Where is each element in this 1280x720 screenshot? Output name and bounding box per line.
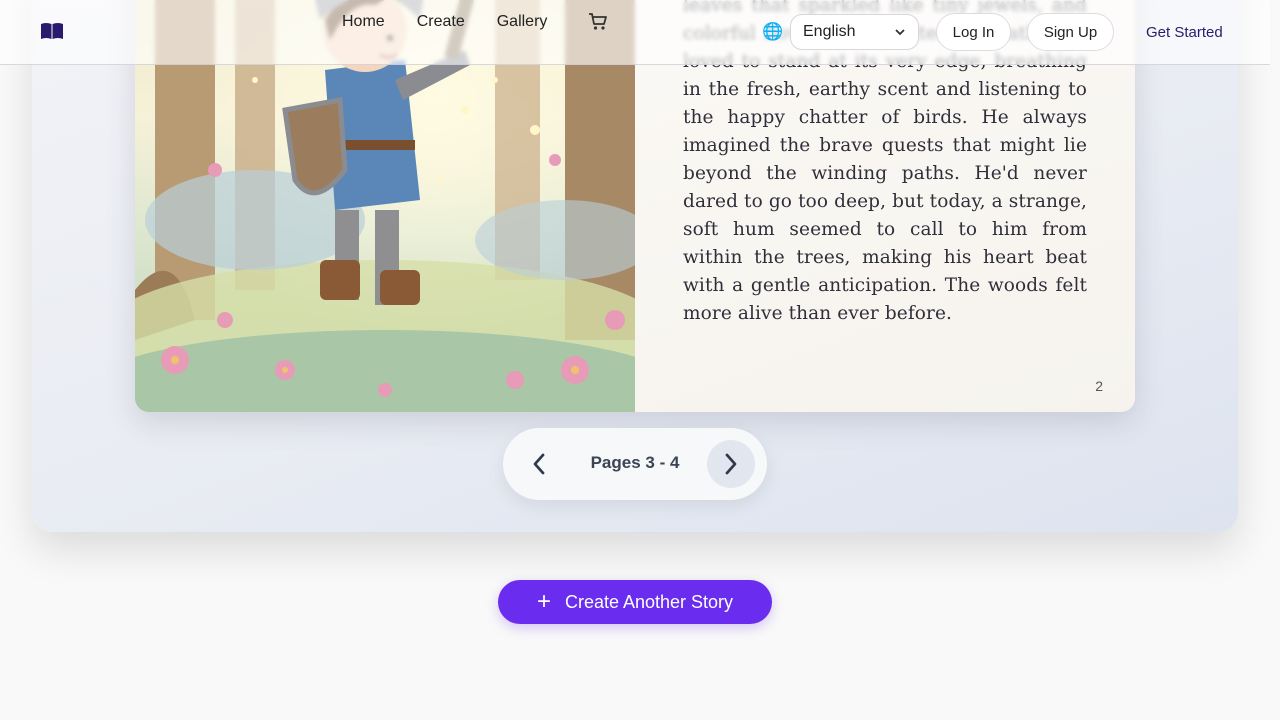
language-select[interactable]: English: [790, 14, 919, 50]
nav-links: Home Create Gallery: [342, 13, 579, 31]
create-another-story-button[interactable]: + Create Another Story: [498, 580, 772, 624]
get-started-button[interactable]: Get Started: [1146, 24, 1223, 41]
nav-create-link[interactable]: Create: [417, 13, 465, 31]
chevron-right-icon: [725, 453, 737, 475]
login-button[interactable]: Log In: [936, 13, 1011, 51]
page-pager: Pages 3 - 4: [503, 428, 767, 500]
nav-home-link[interactable]: Home: [342, 13, 385, 31]
plus-icon: +: [536, 588, 551, 615]
cart-icon[interactable]: [588, 12, 608, 32]
signup-button[interactable]: Sign Up: [1027, 13, 1114, 51]
page-number: 2: [1095, 378, 1103, 394]
top-navbar: Home Create Gallery 🌐 English Log In Sig…: [0, 0, 1270, 65]
create-another-story-label: Create Another Story: [564, 591, 734, 612]
next-page-button[interactable]: [707, 440, 755, 488]
nav-gallery-link[interactable]: Gallery: [497, 13, 548, 31]
globe-icon: 🌐: [762, 22, 784, 41]
chevron-down-icon: [895, 29, 905, 36]
book-logo-icon[interactable]: [40, 22, 64, 40]
language-select-value: English: [803, 23, 856, 40]
